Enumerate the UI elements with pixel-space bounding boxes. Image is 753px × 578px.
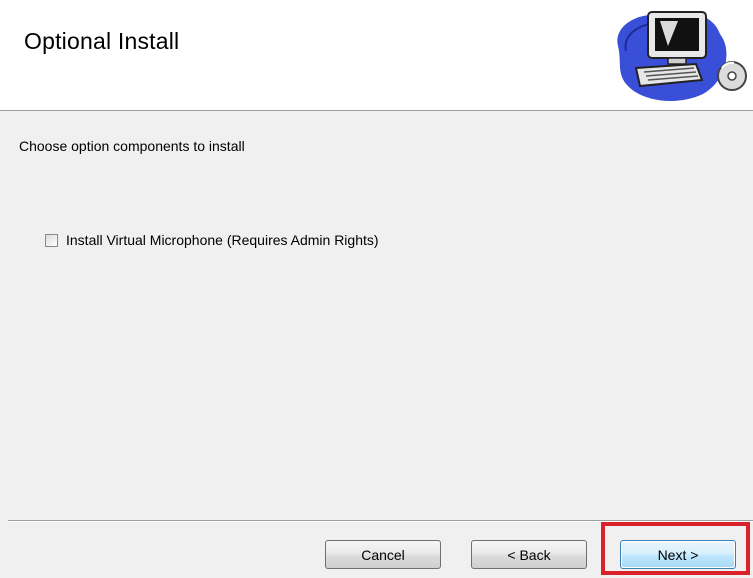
installer-dialog: Optional Install Choose option component…	[0, 0, 753, 578]
computer-cd-icon	[617, 11, 747, 101]
header-banner: Optional Install	[0, 0, 753, 111]
next-button[interactable]: Next >	[620, 540, 736, 569]
page-subtitle: Choose option components to install	[19, 138, 245, 154]
footer-divider	[8, 520, 753, 522]
virtual-microphone-label[interactable]: Install Virtual Microphone (Requires Adm…	[66, 232, 379, 248]
page-title: Optional Install	[24, 28, 180, 54]
option-virtual-microphone[interactable]: Install Virtual Microphone (Requires Adm…	[45, 230, 379, 250]
back-button[interactable]: < Back	[471, 540, 587, 569]
virtual-microphone-checkbox[interactable]	[45, 233, 58, 247]
cancel-button[interactable]: Cancel	[325, 540, 441, 569]
